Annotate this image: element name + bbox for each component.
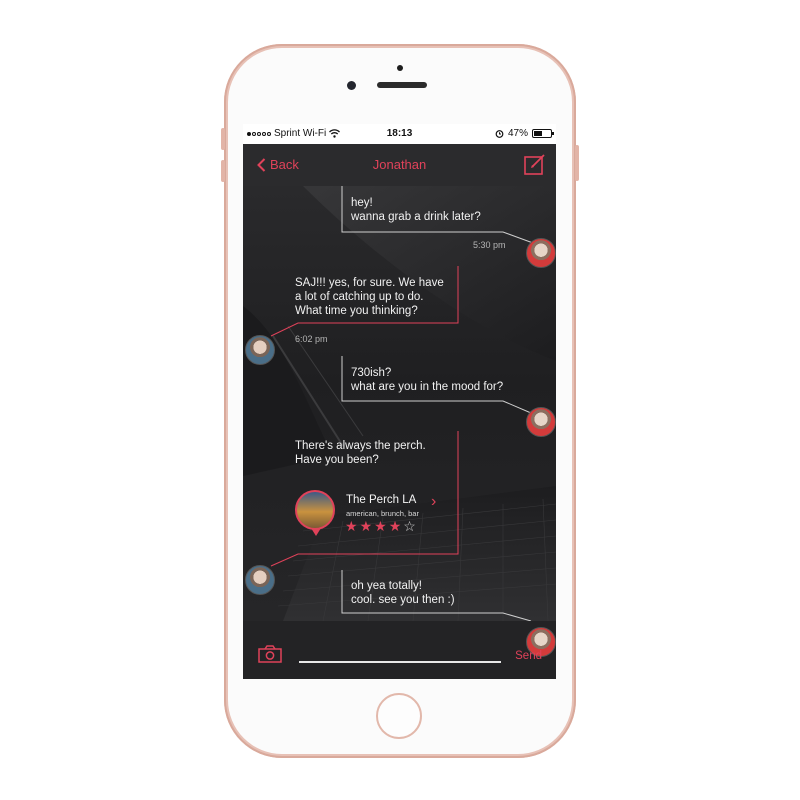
message-bubble: hey! wanna grab a drink later? <box>351 196 481 224</box>
battery-percent: 47% <box>507 128 528 139</box>
star-filled-icon: ★ <box>359 518 373 534</box>
avatar[interactable] <box>526 238 556 268</box>
message-line: wanna grab a drink later? <box>351 211 481 223</box>
screen: Sprint Wi-Fi 18:13 47% Back Jonathan hey… <box>243 124 556 679</box>
message-bubble: There's always the perch. Have you been? <box>295 439 426 467</box>
star-filled-icon: ★ <box>388 518 402 534</box>
volume-down-button <box>221 160 225 182</box>
avatar[interactable] <box>245 335 275 365</box>
place-name: The Perch LA <box>346 494 417 506</box>
status-bar: Sprint Wi-Fi 18:13 47% <box>243 124 556 144</box>
message-line: what are you in the mood for? <box>351 381 504 393</box>
message-line: oh yea totally! <box>351 580 422 592</box>
place-tags: american, brunch, bar <box>346 509 419 518</box>
conversation-title: Jonathan <box>372 157 427 172</box>
camera-icon[interactable] <box>258 645 282 663</box>
chevron-right-icon[interactable]: › <box>431 493 436 511</box>
send-button[interactable]: Send <box>515 650 542 662</box>
message-line: a lot of catching up to do. <box>295 291 424 303</box>
place-card[interactable]: The Perch LA › american, brunch, bar ★ ★ ★… <box>295 490 445 542</box>
chat-area[interactable]: hey! wanna grab a drink later? 5:30 pm S… <box>243 186 556 621</box>
star-empty-icon: ☆ <box>403 518 416 534</box>
avatar[interactable] <box>245 565 275 595</box>
composer-bar: Send <box>243 621 556 679</box>
compose-icon[interactable] <box>524 153 546 175</box>
star-filled-icon: ★ <box>345 518 358 534</box>
message-timestamp: 5:30 pm <box>473 240 506 250</box>
message-bubble: SAJ!!! yes, for sure. We have a lot of c… <box>295 276 444 318</box>
message-bubble: 730ish? what are you in the mood for? <box>351 366 503 394</box>
avatar[interactable] <box>526 407 556 437</box>
earpiece-speaker <box>377 82 427 88</box>
star-filled-icon: ★ <box>374 518 387 534</box>
place-photo-pin <box>295 490 335 536</box>
message-line: 730ish? <box>351 367 392 379</box>
message-line: hey! <box>351 197 373 209</box>
status-right: 47% <box>495 128 554 139</box>
front-camera <box>347 81 356 90</box>
message-bubble: oh yea totally! cool. see you then :) <box>351 579 455 607</box>
home-button[interactable] <box>376 693 422 739</box>
message-line: SAJ!!! yes, for sure. We have <box>295 277 444 289</box>
proximity-sensor <box>397 65 403 71</box>
message-line: What time you thinking? <box>295 305 418 317</box>
alarm-icon <box>495 130 504 138</box>
nav-bar: Back Jonathan <box>243 144 556 186</box>
message-line: cool. see you then :) <box>351 594 455 606</box>
message-input[interactable] <box>299 661 501 663</box>
message-line: There's always the perch. <box>295 440 426 452</box>
message-timestamp: 6:02 pm <box>295 334 328 344</box>
power-button <box>575 145 579 181</box>
message-line: Have you been? <box>295 454 379 466</box>
volume-up-button <box>221 128 225 150</box>
rating-stars: ★ ★ ★ ★ ☆ <box>345 519 416 533</box>
battery-icon <box>532 129 554 138</box>
